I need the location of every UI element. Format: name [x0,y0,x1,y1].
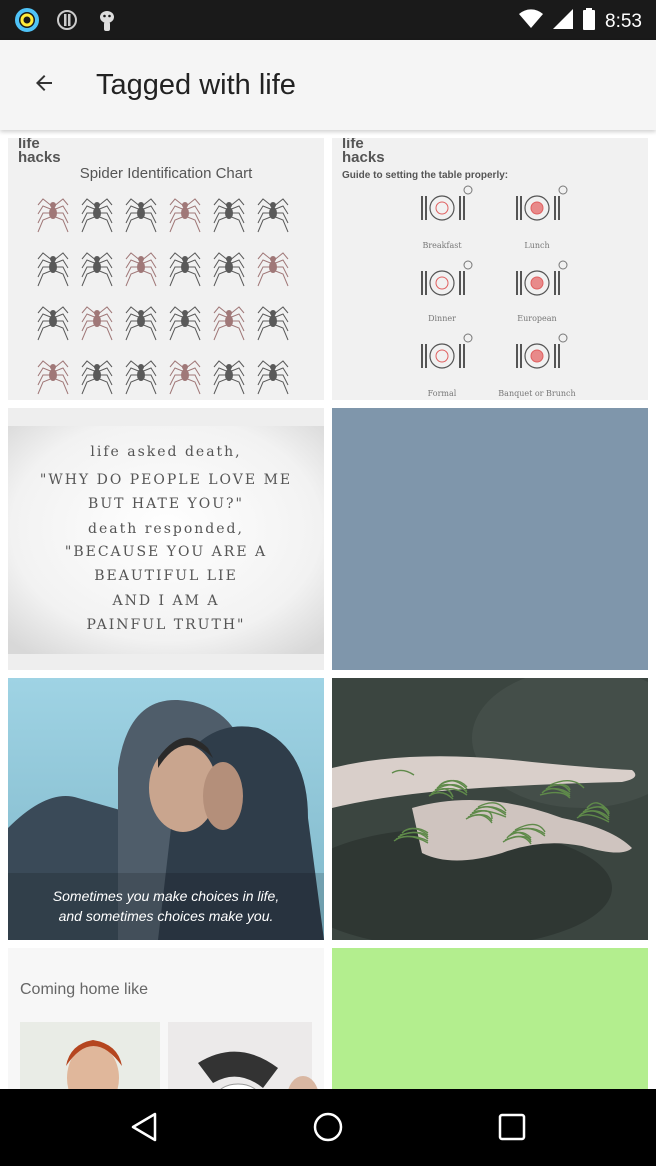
quote-line-8: PAINFUL TRUTH" [87,617,246,633]
page-title: Tagged with life [96,69,296,101]
label-formal: Formal [428,389,457,398]
svg-text:hacks: hacks [342,149,385,166]
label-breakfast: Breakfast [422,241,462,250]
quote-line-7: AND I AM A [111,593,219,609]
quote-line-6: BEAUTIFUL LIE [94,568,238,584]
hands-image [332,678,648,940]
quote-line-2: "WHY DO PEOPLE LOVE ME [40,472,292,488]
placeholder-blue [332,408,648,670]
label-lunch: Lunch [524,241,549,250]
android-icon [94,8,120,32]
battery-icon [583,8,596,36]
coming-home-image: Coming home like [8,948,324,1089]
svg-text:hacks: hacks [18,149,61,166]
recents-square-icon [497,1112,527,1147]
grid-tile-hands[interactable] [332,678,648,940]
image-grid: life hacks Spider Identification Chart l… [0,130,656,1089]
info-icon [54,8,80,32]
spider-chart-title: Spider Identification Chart [80,165,253,182]
placeholder-green [332,948,648,1089]
quote-line-3: BUT HATE YOU?" [88,496,244,512]
label-european: European [517,314,556,323]
nav-recents-button[interactable] [488,1105,536,1153]
grid-tile-placeholder-blue[interactable] [332,408,648,670]
table-guide-title: Guide to setting the table properly: [342,170,508,181]
status-bar: 8:53 [0,0,656,40]
quote-line-5: "BECAUSE YOU ARE A [65,544,267,560]
back-button[interactable] [20,61,68,109]
coming-home-text: Coming home like [20,981,148,998]
label-banquet: Banquet or Brunch [498,389,575,398]
wifi-icon [519,9,544,35]
navigation-bar [0,1089,656,1166]
grid-tile-placeholder-green[interactable] [332,948,648,1089]
label-dinner: Dinner [428,314,456,323]
quote-line-1: life asked death, [90,444,241,460]
grid-tile-couple[interactable]: Sometimes you make choices in life, and … [8,678,324,940]
nav-back-button[interactable] [120,1105,168,1153]
quote-image: life asked death, "WHY DO PEOPLE LOVE ME… [8,408,324,670]
couple-caption-line-1: Sometimes you make choices in life, [53,888,279,904]
quote-line-4: death responded, [88,521,244,537]
spider-chart-image: life hacks Spider Identification Chart [8,138,324,400]
back-triangle-icon [129,1111,159,1148]
table-setting-image: life hacks Guide to setting the table pr… [332,138,648,400]
grid-tile-quote[interactable]: life asked death, "WHY DO PEOPLE LOVE ME… [8,408,324,670]
arrow-back-icon [32,71,56,100]
ring-app-icon [14,8,40,32]
grid-tile-coming-home[interactable]: Coming home like [8,948,324,1089]
nav-home-button[interactable] [304,1105,352,1153]
signal-icon [553,9,574,35]
status-time: 8:53 [605,11,642,32]
couple-image: Sometimes you make choices in life, and … [8,678,324,940]
grid-tile-spider-chart[interactable]: life hacks Spider Identification Chart [8,138,324,400]
couple-caption-line-2: and sometimes choices make you. [59,908,274,924]
home-circle-icon [312,1111,344,1148]
app-bar: Tagged with life [0,40,656,130]
grid-tile-table-setting[interactable]: life hacks Guide to setting the table pr… [332,138,648,400]
